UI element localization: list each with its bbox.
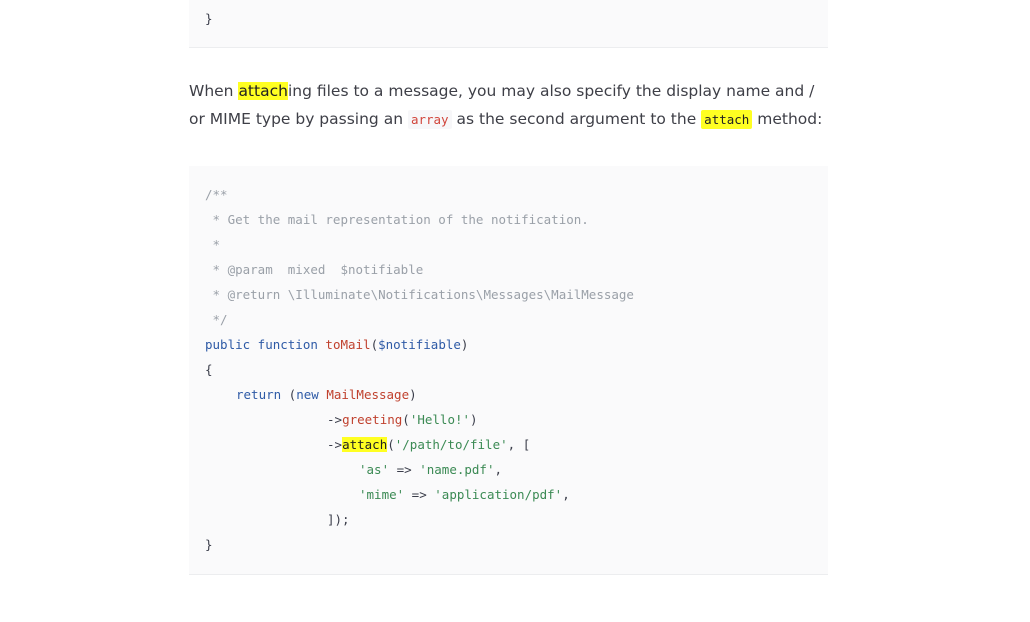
string: 'Hello!' [409,412,471,427]
punct: ) [470,412,478,427]
paragraph-line-2: or MIME type by passing an array as the … [189,105,829,134]
function-name: toMail [325,337,371,352]
inline-code-array: array [407,110,452,129]
variable: $notifiable [378,337,461,352]
punct: , [562,487,570,502]
text: method: [752,110,823,128]
punct: ( [402,412,410,427]
search-highlight: attach [238,82,288,100]
code-block: /** * Get the mail representation of the… [189,166,828,575]
arrow: -> [327,437,343,452]
string: '/path/to/file' [394,437,508,452]
punct: , [ [507,437,531,452]
inline-code-attach: attach [701,110,753,129]
string: 'as' [359,462,390,477]
doc-comment-line: /** [205,187,228,202]
text: or MIME type by passing an [189,110,408,128]
doc-comment-line: */ [205,312,228,327]
as-option-line: 'as' => 'name.pdf', [359,462,502,478]
close-brace: } [205,537,213,552]
keyword: public function [205,337,326,352]
closing-brace: } [205,11,213,26]
paragraph-line-1: When attaching files to a message, you m… [189,77,829,105]
punct: ) [409,387,417,402]
punct: , [494,462,503,477]
doc-comment-line: * @return \Illuminate\Notifications\Mess… [205,287,634,302]
keyword: return [236,387,282,402]
greeting-line: ->greeting('Hello!') [327,412,478,428]
doc-comment-line: * [205,237,221,252]
keyword: new [296,387,319,402]
string: 'application/pdf' [434,487,563,502]
operator: => [404,487,435,502]
text: ing files to a message, you may also spe… [287,82,815,100]
text: as the second argument to the [451,110,702,128]
search-highlight: attach [342,437,388,452]
function-signature: public function toMail($notifiable) [205,337,468,353]
end-array-line: ]); [327,512,350,527]
doc-comment-line: * Get the mail representation of the not… [205,212,589,227]
method-name: greeting [342,412,403,427]
mime-option-line: 'mime' => 'application/pdf', [359,487,570,503]
punct: ( [370,337,379,352]
attach-line: ->attach('/path/to/file', [ [327,437,530,453]
arrow: -> [327,412,343,427]
punct: ( [281,387,297,402]
string: 'mime' [359,487,405,502]
previous-code-block: } [189,0,828,48]
open-brace: { [205,362,213,377]
string: 'name.pdf' [419,462,495,477]
punct: ( [387,437,395,452]
operator: => [389,462,420,477]
return-line: return (new MailMessage) [236,387,417,403]
text: When [189,82,239,100]
punct: ) [460,337,469,352]
class-name: MailMessage [326,387,410,402]
doc-comment-line: * @param mixed $notifiable [205,262,424,277]
